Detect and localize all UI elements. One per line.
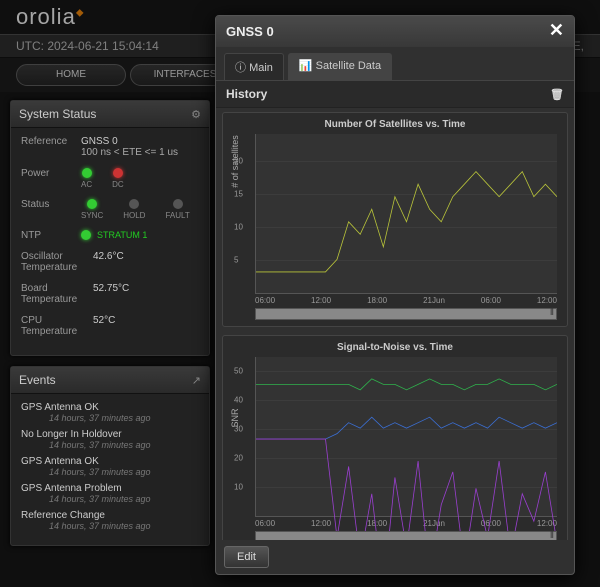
chart-snr: Signal-to-Noise vs. Time SNR 1020304050 … bbox=[222, 335, 568, 540]
history-title: History bbox=[226, 87, 267, 101]
close-icon[interactable]: ✕ bbox=[549, 24, 564, 39]
brand-logo: orolia◆ bbox=[16, 4, 85, 29]
ref-label: Reference bbox=[21, 136, 81, 147]
led-fault bbox=[173, 199, 183, 209]
expand-icon[interactable] bbox=[192, 373, 201, 387]
gnss-modal: GNSS 0 ✕ Main Satellite Data History Num… bbox=[215, 15, 575, 575]
led-dc bbox=[113, 168, 123, 178]
led-ntp bbox=[81, 230, 91, 240]
led-hold bbox=[129, 199, 139, 209]
ntp-label: NTP bbox=[21, 230, 81, 241]
board-label: Board Temperature bbox=[21, 283, 93, 305]
led-ac bbox=[82, 168, 92, 178]
tab-satellite-data[interactable]: Satellite Data bbox=[288, 53, 392, 80]
time-slider-2[interactable] bbox=[255, 531, 557, 540]
event-timestamp: 14 hours, 37 minutes ago bbox=[21, 521, 199, 531]
event-text: GPS Antenna Problem bbox=[21, 483, 199, 494]
power-label: Power bbox=[21, 168, 81, 179]
modal-title: GNSS 0 bbox=[226, 24, 274, 39]
board-val: 52.75°C bbox=[93, 283, 129, 294]
system-status-title: System Status bbox=[19, 107, 96, 121]
event-text: No Longer In Holdover bbox=[21, 429, 199, 440]
events-title: Events bbox=[19, 373, 56, 387]
osc-label: Oscillator Temperature bbox=[21, 251, 93, 273]
info-icon bbox=[235, 62, 246, 74]
event-timestamp: 14 hours, 37 minutes ago bbox=[21, 413, 199, 423]
ref-detail: 100 ns < ETE <= 1 us bbox=[81, 147, 178, 158]
event-text: GPS Antenna OK bbox=[21, 402, 199, 413]
event-text: Reference Change bbox=[21, 510, 199, 521]
chart-satellites: Number Of Satellites vs. Time # of satel… bbox=[222, 112, 568, 327]
time-slider-1[interactable] bbox=[255, 308, 557, 320]
tab-main[interactable]: Main bbox=[224, 53, 284, 80]
cpu-val: 52°C bbox=[93, 315, 115, 326]
trash-icon[interactable] bbox=[550, 87, 564, 101]
event-text: GPS Antenna OK bbox=[21, 456, 199, 467]
event-timestamp: 14 hours, 37 minutes ago bbox=[21, 494, 199, 504]
ref-name: GNSS 0 bbox=[81, 136, 178, 147]
nav-home[interactable]: HOME bbox=[16, 64, 126, 86]
ntp-stratum: STRATUM 1 bbox=[97, 230, 147, 240]
event-timestamp: 14 hours, 37 minutes ago bbox=[21, 440, 199, 450]
chart-icon bbox=[299, 60, 313, 72]
led-sync bbox=[87, 199, 97, 209]
edit-button[interactable]: Edit bbox=[224, 546, 269, 568]
gear-icon[interactable] bbox=[191, 107, 201, 121]
event-timestamp: 14 hours, 37 minutes ago bbox=[21, 467, 199, 477]
status-label: Status bbox=[21, 199, 81, 210]
utc-clock: UTC: 2024-06-21 15:04:14 bbox=[16, 39, 159, 53]
osc-val: 42.6°C bbox=[93, 251, 124, 262]
cpu-label: CPU Temperature bbox=[21, 315, 93, 337]
